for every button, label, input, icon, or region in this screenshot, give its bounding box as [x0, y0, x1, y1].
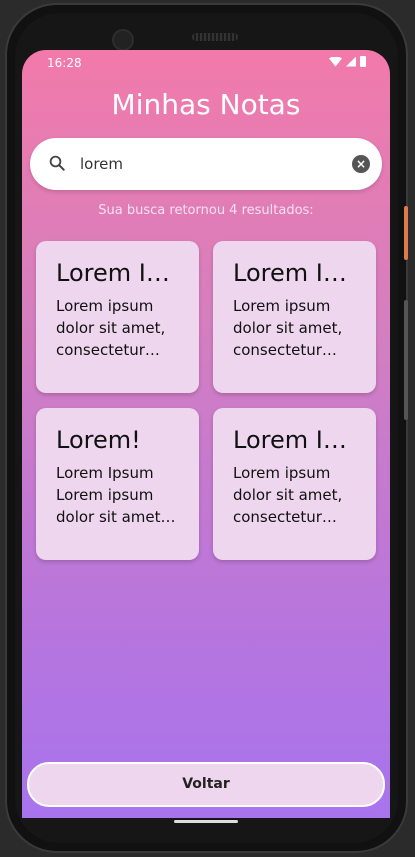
- note-title: Lorem!: [56, 426, 141, 454]
- note-body: Lorem ipsum dolor sit amet, consectetur …: [233, 297, 343, 359]
- status-icons: [329, 56, 366, 67]
- note-body: Lorem Ipsum Lorem ipsum dolor sit amet, …: [56, 464, 166, 526]
- note-card[interactable]: Lorem Ipsum Lorem ipsum dolor sit amet, …: [213, 241, 376, 393]
- note-title: Lorem Ipsum: [233, 259, 356, 287]
- home-indicator[interactable]: [174, 820, 238, 823]
- page-title: Minhas Notas: [111, 88, 301, 121]
- back-button[interactable]: Voltar: [27, 762, 385, 807]
- note-title: Lorem Ipsum: [233, 426, 356, 454]
- app-screen: 16:28 Minhas Notas × Sua busca retornou …: [22, 50, 390, 818]
- volume-button[interactable]: [404, 300, 408, 420]
- clear-icon[interactable]: ×: [352, 155, 370, 173]
- search-icon[interactable]: [48, 154, 66, 172]
- status-time: 16:28: [47, 56, 82, 70]
- note-card[interactable]: Lorem! Lorem Ipsum Lorem ipsum dolor sit…: [36, 408, 199, 560]
- wifi-icon: [329, 56, 342, 67]
- search-input[interactable]: [80, 152, 340, 176]
- result-count: Sua busca retornou 4 resultados:: [98, 203, 314, 218]
- camera-icon: [112, 29, 134, 51]
- note-body: Lorem ipsum dolor sit amet, consectetur …: [233, 464, 343, 526]
- signal-icon: [346, 56, 356, 67]
- note-title: Lorem Ipsum: [56, 259, 179, 287]
- status-bar: 16:28: [22, 50, 390, 76]
- search-bar[interactable]: ×: [30, 138, 382, 190]
- note-card[interactable]: Lorem Ipsum Lorem ipsum dolor sit amet, …: [213, 408, 376, 560]
- power-button[interactable]: [404, 206, 408, 260]
- battery-icon: [360, 56, 366, 67]
- note-card[interactable]: Lorem Ipsum Lorem ipsum dolor sit amet, …: [36, 241, 199, 393]
- speaker-grille: [192, 33, 238, 41]
- note-body: Lorem ipsum dolor sit amet, consectetur …: [56, 297, 166, 359]
